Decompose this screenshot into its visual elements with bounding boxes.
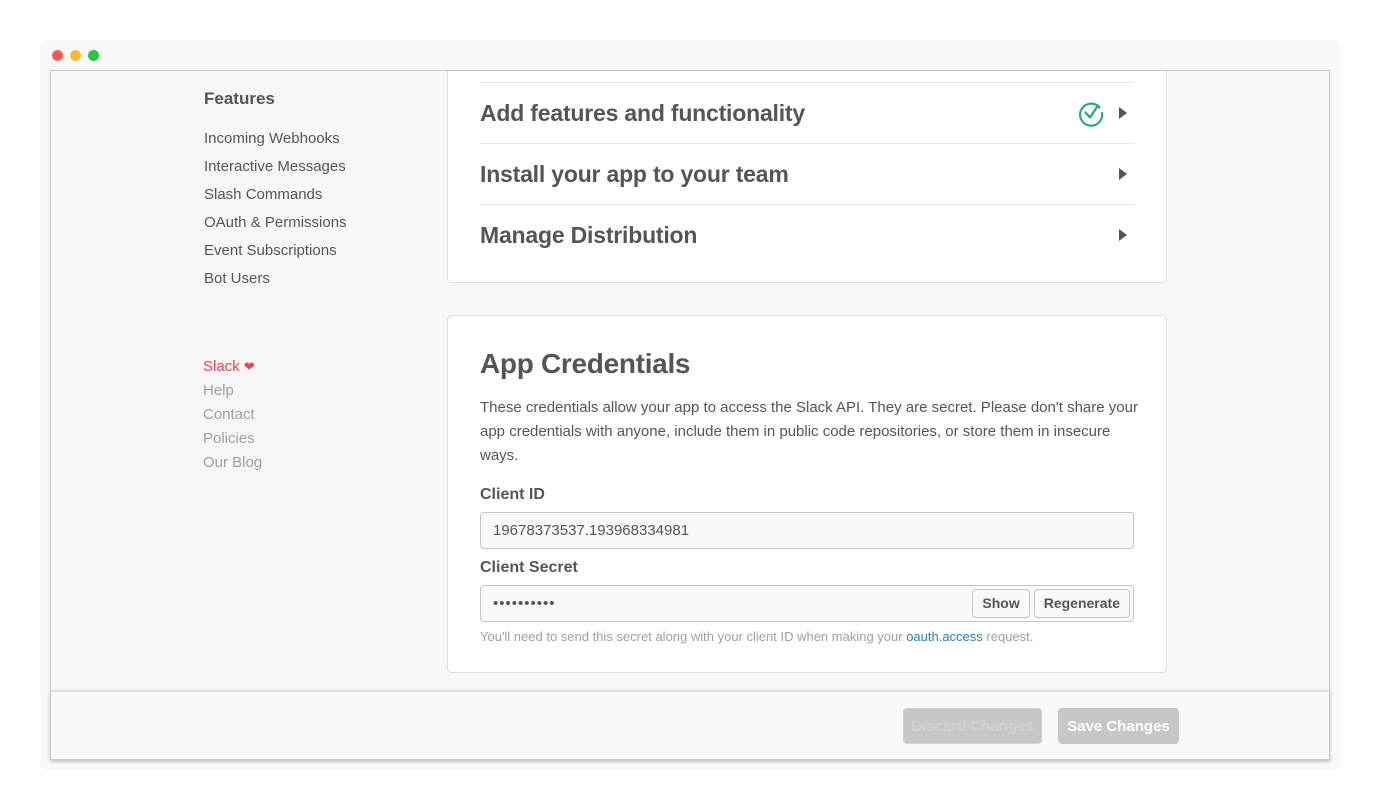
step-title: Install your app to your team (480, 160, 789, 187)
page-viewport: Features Incoming Webhooks Interactive M… (50, 70, 1330, 760)
client-secret-masked-value: •••••••••• (493, 595, 556, 612)
client-id-field[interactable]: 19678373537.193968334981 (480, 512, 1134, 549)
heart-icon: ❤ (243, 359, 255, 374)
footer-link-help[interactable]: Help (203, 379, 262, 403)
app-credentials-card: App Credentials These credentials allow … (447, 315, 1167, 673)
caret-right-icon (1119, 229, 1127, 241)
step-title: Add features and functionality (480, 99, 805, 126)
save-changes-button[interactable]: Save Changes (1058, 708, 1179, 744)
show-secret-button[interactable]: Show (972, 589, 1030, 618)
check-circle-icon (1079, 102, 1104, 127)
hint-prefix: You'll need to send this secret along wi… (480, 629, 907, 644)
app-credentials-description: These credentials allow your app to acce… (480, 399, 1138, 464)
save-bar: Discard Changes Save Changes (50, 690, 1330, 760)
features-heading: Features (204, 89, 275, 108)
sidebar-item-bot-users[interactable]: Bot Users (204, 265, 347, 293)
sidebar-item-event-subscriptions[interactable]: Event Subscriptions (204, 237, 347, 265)
minimize-window-button[interactable] (70, 50, 81, 61)
client-id-value: 19678373537.193968334981 (493, 522, 690, 539)
regenerate-secret-button[interactable]: Regenerate (1033, 589, 1130, 618)
client-secret-field[interactable]: •••••••••• Show Regenerate (480, 585, 1134, 622)
footer-link-slack-label: Slack (203, 358, 240, 375)
sidebar-item-oauth-permissions[interactable]: OAuth & Permissions (204, 209, 347, 237)
client-secret-hint: You'll need to send this secret along wi… (480, 629, 1033, 644)
discard-changes-button[interactable]: Discard Changes (903, 708, 1042, 744)
hint-suffix: request. (982, 629, 1034, 644)
step-title: Manage Distribution (480, 221, 698, 248)
features-list: Incoming Webhooks Interactive Messages S… (204, 125, 347, 293)
footer-link-our-blog[interactable]: Our Blog (203, 451, 262, 475)
close-window-button[interactable] (52, 50, 63, 61)
footer-link-policies[interactable]: Policies (203, 427, 262, 451)
footer-link-contact[interactable]: Contact (203, 403, 262, 427)
sidebar-item-slash-commands[interactable]: Slash Commands (204, 181, 347, 209)
step-manage-distribution[interactable]: Manage Distribution (480, 204, 1134, 265)
step-install-app[interactable]: Install your app to your team (480, 143, 1134, 204)
client-id-label: Client ID (480, 486, 545, 503)
footer-links: Slack ❤ Help Contact Policies Our Blog (203, 355, 262, 475)
client-secret-label: Client Secret (480, 559, 578, 576)
maximize-window-button[interactable] (88, 50, 99, 61)
oauth-access-link[interactable]: oauth.access (906, 629, 983, 644)
app-credentials-title: App Credentials (480, 348, 691, 379)
client-secret-actions: Show Regenerate (972, 589, 1130, 618)
sidebar-item-interactive-messages[interactable]: Interactive Messages (204, 153, 347, 181)
setup-steps-card: Add features and functionality Install y… (447, 71, 1167, 283)
caret-right-icon (1119, 168, 1127, 180)
step-add-features[interactable]: Add features and functionality (480, 82, 1134, 143)
window-controls (52, 50, 99, 61)
sidebar-item-incoming-webhooks[interactable]: Incoming Webhooks (204, 125, 347, 153)
footer-link-slack[interactable]: Slack ❤ (203, 355, 262, 379)
caret-right-icon (1119, 107, 1127, 119)
browser-window: Features Incoming Webhooks Interactive M… (40, 40, 1340, 770)
